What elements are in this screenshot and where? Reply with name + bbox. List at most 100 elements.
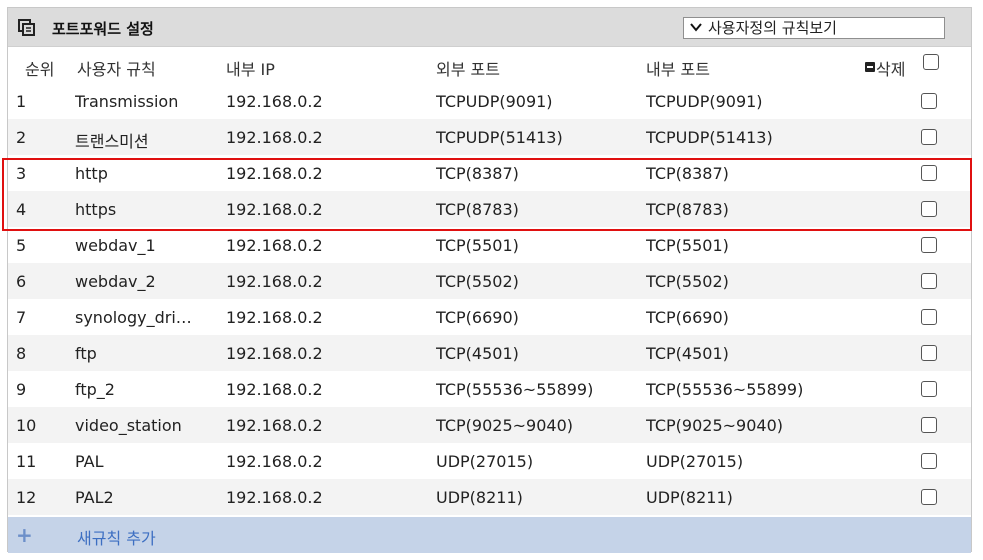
row-order: 11 [16,452,37,471]
row-internal-port: TCPUDP(9091) [646,92,763,111]
row-rule-name[interactable]: video_station [75,416,200,435]
row-order: 7 [16,308,27,327]
row-rule-name[interactable]: PAL2 [75,488,200,507]
row-order: 2 [16,128,27,147]
row-delete-checkbox[interactable] [921,345,937,361]
panel-titlebar: 포트포워드 설정 사용자정의 규칙보기 [8,8,971,47]
row-delete-checkbox[interactable] [921,93,937,109]
row-internal-port: TCP(8783) [646,200,729,219]
row-internal-ip: 192.168.0.2 [226,92,323,111]
row-rule-name[interactable]: https [75,200,200,219]
table-row: 10 video_station 192.168.0.2 TCP(9025~90… [8,407,971,443]
row-rule-name[interactable]: PAL [75,452,200,471]
row-internal-port: UDP(8211) [646,488,733,507]
row-external-port: TCP(6690) [436,308,519,327]
row-internal-ip: 192.168.0.2 [226,344,323,363]
rule-view-select[interactable]: 사용자정의 규칙보기 [683,17,945,39]
panel-title: 포트포워드 설정 [52,20,154,38]
row-rule-name[interactable]: webdav_1 [75,236,200,255]
row-internal-port: UDP(27015) [646,452,744,471]
row-internal-port: TCP(6690) [646,308,729,327]
row-internal-ip: 192.168.0.2 [226,380,323,399]
table-row: 2 트랜스미션 192.168.0.2 TCPUDP(51413) TCPUDP… [8,119,971,155]
row-internal-ip: 192.168.0.2 [226,164,323,183]
row-external-port: TCP(5502) [436,272,519,291]
add-rule-link[interactable]: 새규칙 추가 [77,525,156,549]
rule-view-select-value: 사용자정의 규칙보기 [708,19,837,37]
row-delete-checkbox[interactable] [921,381,937,397]
row-rule-name[interactable]: Transmission [75,92,200,111]
row-internal-ip: 192.168.0.2 [226,416,323,435]
row-external-port: TCP(4501) [436,344,519,363]
row-internal-port: TCP(8387) [646,164,729,183]
col-external-port: 외부 포트 [436,60,500,79]
row-external-port: TCPUDP(51413) [436,128,563,147]
col-order: 순위 [25,60,55,79]
row-internal-ip: 192.168.0.2 [226,128,323,147]
row-external-port: UDP(27015) [436,452,534,471]
table-row: 3 http 192.168.0.2 TCP(8387) TCP(8387) [8,155,971,191]
row-internal-ip: 192.168.0.2 [226,272,323,291]
row-internal-ip: 192.168.0.2 [226,452,323,471]
row-order: 8 [16,344,27,363]
table-row: 9 ftp_2 192.168.0.2 TCP(55536~55899) TCP… [8,371,971,407]
row-external-port: TCP(9025~9040) [436,416,573,435]
row-delete-checkbox[interactable] [921,129,937,145]
row-delete-checkbox[interactable] [921,453,937,469]
row-rule-name[interactable]: http [75,164,200,183]
row-order: 10 [16,416,37,435]
table-row: 4 https 192.168.0.2 TCP(8783) TCP(8783) [8,191,971,227]
row-delete-checkbox[interactable] [921,489,937,505]
table-row: 1 Transmission 192.168.0.2 TCPUDP(9091) … [8,83,971,119]
col-internal-ip: 내부 IP [226,60,275,79]
row-delete-checkbox[interactable] [921,237,937,253]
table-row: 7 synology_dri… 192.168.0.2 TCP(6690) TC… [8,299,971,335]
row-rule-name[interactable]: webdav_2 [75,272,200,291]
delete-selected-icon[interactable] [865,62,875,72]
select-all-checkbox[interactable] [923,54,939,70]
row-delete-checkbox[interactable] [921,165,937,181]
row-external-port: TCP(5501) [436,236,519,255]
row-internal-ip: 192.168.0.2 [226,308,323,327]
row-internal-port: TCP(55536~55899) [646,380,804,399]
row-order: 4 [16,200,27,219]
window-restore-icon[interactable] [18,19,35,36]
row-rule-name[interactable]: 트랜스미션 [75,128,200,152]
col-internal-port: 내부 포트 [646,60,710,79]
row-external-port: TCPUDP(9091) [436,92,553,111]
row-rule-name[interactable]: ftp_2 [75,380,200,399]
row-internal-port: TCP(4501) [646,344,729,363]
col-rule: 사용자 규칙 [77,60,156,79]
row-order: 12 [16,488,37,507]
table-row: 6 webdav_2 192.168.0.2 TCP(5502) TCP(550… [8,263,971,299]
port-forward-panel: 포트포워드 설정 사용자정의 규칙보기 순위 사용자 규칙 내부 IP 외부 포… [7,7,972,553]
row-delete-checkbox[interactable] [921,309,937,325]
add-rule-row[interactable]: + 새규칙 추가 [8,517,971,553]
row-internal-port: TCP(5501) [646,236,729,255]
row-order: 9 [16,380,27,399]
table-row: 11 PAL 192.168.0.2 UDP(27015) UDP(27015) [8,443,971,479]
row-rule-name[interactable]: synology_dri… [75,308,200,327]
col-delete: 삭제 [876,60,906,79]
row-external-port: TCP(55536~55899) [436,380,594,399]
add-rule-plus-icon[interactable]: + [16,523,33,547]
table-header: 순위 사용자 규칙 내부 IP 외부 포트 내부 포트 삭제 [8,47,971,83]
row-external-port: UDP(8211) [436,488,523,507]
row-internal-port: TCP(9025~9040) [646,416,783,435]
row-internal-ip: 192.168.0.2 [226,488,323,507]
row-internal-port: TCP(5502) [646,272,729,291]
row-external-port: TCP(8783) [436,200,519,219]
row-delete-checkbox[interactable] [921,417,937,433]
row-internal-port: TCPUDP(51413) [646,128,773,147]
row-order: 3 [16,164,27,183]
row-internal-ip: 192.168.0.2 [226,200,323,219]
row-rule-name[interactable]: ftp [75,344,200,363]
row-order: 5 [16,236,27,255]
table-row: 5 webdav_1 192.168.0.2 TCP(5501) TCP(550… [8,227,971,263]
table-row: 8 ftp 192.168.0.2 TCP(4501) TCP(4501) [8,335,971,371]
chevron-down-icon [690,23,702,32]
row-delete-checkbox[interactable] [921,201,937,217]
row-order: 6 [16,272,27,291]
row-external-port: TCP(8387) [436,164,519,183]
row-delete-checkbox[interactable] [921,273,937,289]
